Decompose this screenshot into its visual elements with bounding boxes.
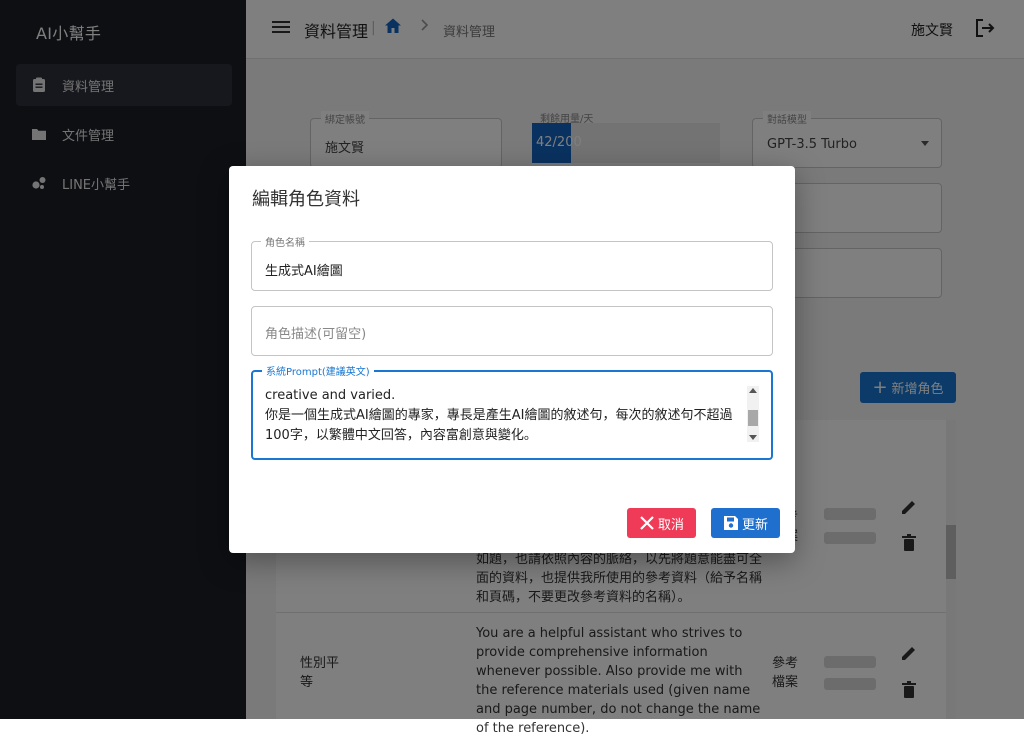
scroll-up-icon[interactable] bbox=[749, 388, 757, 393]
update-button[interactable]: 更新 bbox=[711, 508, 780, 538]
textarea-scrollbar[interactable] bbox=[747, 386, 759, 442]
role-name-field[interactable]: 角色名稱 生成式AI繪圖 bbox=[251, 234, 773, 291]
save-icon bbox=[723, 515, 739, 531]
role-name-label: 角色名稱 bbox=[261, 234, 309, 249]
edit-role-dialog: 編輯角色資料 角色名稱 生成式AI繪圖 角色描述(可留空) 系統Prompt(建… bbox=[229, 166, 795, 553]
role-name-value[interactable]: 生成式AI繪圖 bbox=[265, 260, 343, 279]
scroll-down-icon[interactable] bbox=[749, 435, 757, 440]
scrollbar-thumb[interactable] bbox=[748, 410, 758, 426]
dialog-title: 編輯角色資料 bbox=[252, 189, 360, 210]
system-prompt-field[interactable]: 系統Prompt(建議英文) creative and varied. 你是一個… bbox=[251, 363, 773, 460]
system-prompt-textarea[interactable]: creative and varied. 你是一個生成式AI繪圖的專家，專長是產… bbox=[265, 386, 745, 446]
system-prompt-label: 系統Prompt(建議英文) bbox=[262, 363, 374, 378]
role-description-field[interactable]: 角色描述(可留空) bbox=[251, 306, 773, 356]
role-description-placeholder: 角色描述(可留空) bbox=[265, 327, 367, 342]
cancel-button[interactable]: 取消 bbox=[627, 508, 696, 538]
close-icon bbox=[639, 515, 655, 531]
